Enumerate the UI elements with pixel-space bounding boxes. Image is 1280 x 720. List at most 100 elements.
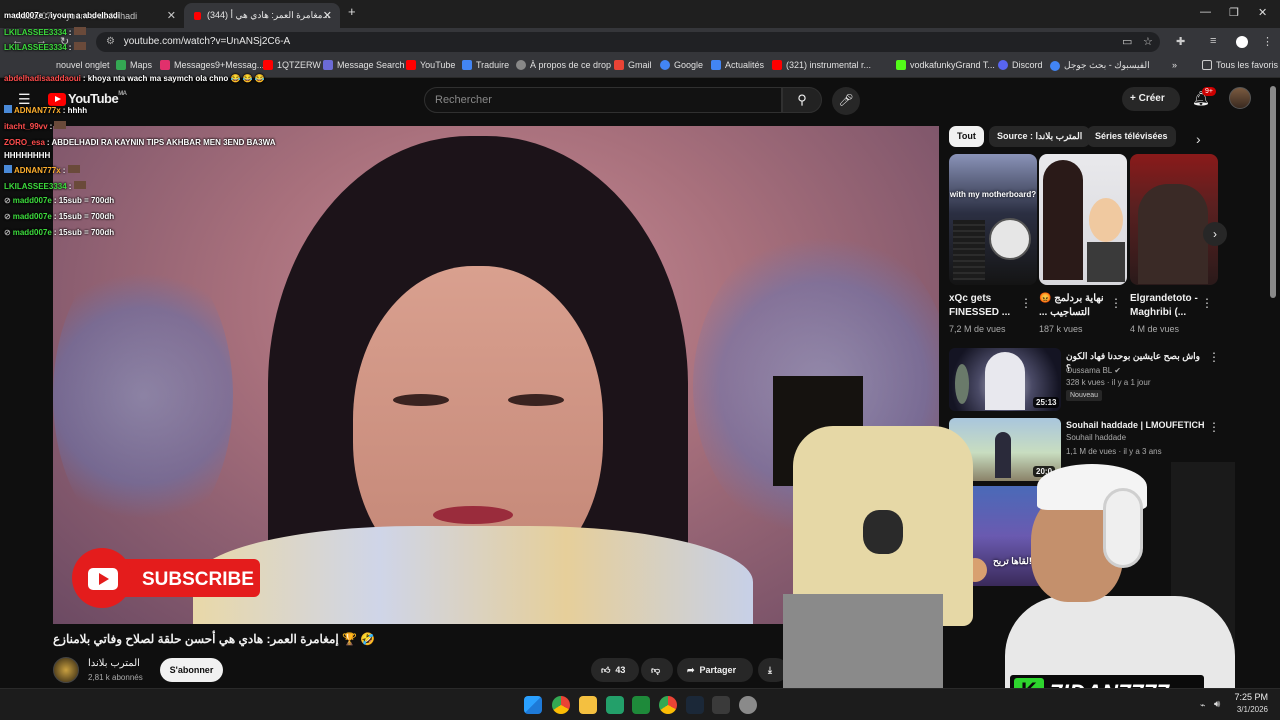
chat-username: ZORO_esa xyxy=(4,138,45,147)
all-favorites[interactable]: Tous les favoris xyxy=(1202,60,1278,70)
video-person-eye xyxy=(393,394,449,406)
chrome-active-icon[interactable] xyxy=(659,696,677,714)
chat-message-text: madd007e : iyoum a abdelhadi xyxy=(4,11,121,20)
plus-icon: + xyxy=(1130,93,1139,104)
video-title: 🤣 🏆 إمغامرة العمر: هادي هي أحسن حلقة لصل… xyxy=(53,632,376,646)
window-close-icon[interactable]: ✕ xyxy=(1258,6,1267,19)
channel-avatar[interactable] xyxy=(53,657,79,683)
bookmark-item[interactable]: الفيسبوك - بحث جوجل xyxy=(1050,60,1150,71)
bookmark-item[interactable]: Message Search xyxy=(323,60,405,70)
channel-name[interactable]: Souhail haddade xyxy=(1066,433,1126,442)
badge-icon xyxy=(4,105,12,113)
bookmark-item[interactable]: vodkafunkyGrand T... xyxy=(896,60,995,70)
dislike-button[interactable]: 👎︎ xyxy=(641,658,673,682)
bookmark-item[interactable]: Discord xyxy=(998,60,1043,70)
short-title[interactable]: xQc gets FINESSED ... xyxy=(949,292,1027,320)
short-title[interactable]: نهاية بردلمج 😡 التساجيب ... xyxy=(1039,292,1117,320)
bookmark-item[interactable]: À propos de ce drop xyxy=(516,60,611,70)
bookmark-label: (321) instrumental r... xyxy=(786,60,872,70)
game-icon[interactable] xyxy=(712,696,730,714)
subscribe-overlay-graphic: SUBSCRIBE xyxy=(72,548,260,608)
youtube-play-icon xyxy=(88,568,118,590)
subscribe-button[interactable]: S'abonner xyxy=(160,658,223,682)
more-options-icon[interactable]: ⋮ xyxy=(1020,296,1032,310)
bookmark-item[interactable]: (321) instrumental r... xyxy=(772,60,871,70)
bookmark-item[interactable]: Gmail xyxy=(614,60,652,70)
chat-message: ⊘ madd007e: 15sub = 700dh xyxy=(4,228,115,237)
bookmark-item[interactable]: Traduire xyxy=(462,60,509,70)
chevron-right-icon[interactable]: › xyxy=(1196,131,1201,147)
bookmark-item[interactable]: Google xyxy=(660,60,703,70)
share-button[interactable]: ➦ Partager xyxy=(677,658,753,682)
volume-icon[interactable]: 🔊︎ xyxy=(1214,699,1220,710)
emote-icon xyxy=(54,121,67,129)
bookmarks-more-button[interactable]: » xyxy=(1172,60,1177,70)
more-options-icon[interactable]: ⋮ xyxy=(1201,296,1213,310)
network-icon[interactable]: ⌁ xyxy=(1200,700,1205,711)
youtube-icon xyxy=(772,60,782,70)
like-count: 43 xyxy=(615,665,626,675)
astronaut-image xyxy=(985,352,1025,410)
media-player-icon[interactable] xyxy=(632,696,650,714)
chat-message: itacht_99vv: xyxy=(4,121,67,131)
create-button[interactable]: + Créer xyxy=(1122,87,1180,111)
bookmark-item[interactable]: Actualités xyxy=(711,60,764,70)
settings-gear-icon[interactable] xyxy=(739,696,757,714)
menu-kebab-icon[interactable]: ⋮ xyxy=(1262,35,1273,48)
chat-username: itacht_99vv xyxy=(4,122,48,131)
search-placeholder: Rechercher xyxy=(435,94,492,106)
bookmark-star-icon[interactable]: ☆ xyxy=(1143,35,1153,48)
chip-source[interactable]: Source : المترب بلاندا xyxy=(989,126,1091,147)
close-icon[interactable]: ✕ xyxy=(323,9,332,22)
minimize-icon[interactable]: — xyxy=(1200,6,1211,18)
bookmark-item[interactable]: YouTube xyxy=(406,60,455,70)
channel-name[interactable]: Oussama BL ✔ xyxy=(1066,366,1121,375)
file-explorer-icon[interactable] xyxy=(579,696,597,714)
steam-icon[interactable] xyxy=(686,696,704,714)
like-button[interactable]: 👍︎ 43 xyxy=(591,658,639,682)
more-options-icon[interactable]: ⋮ xyxy=(1110,296,1122,310)
short-thumbnail[interactable] xyxy=(1130,154,1218,285)
avatar[interactable] xyxy=(1229,87,1251,109)
profile-icon[interactable] xyxy=(1236,36,1248,48)
video-title-link[interactable]: Souhail haddade | LMOUFETICH xyxy=(1066,419,1206,431)
chat-message: ZORO_esa: ABDELHADI RA KAYNIN TIPS AKHBA… xyxy=(4,138,276,160)
voice-search-button[interactable]: 🎤︎ xyxy=(832,87,860,115)
chat-username: madd007e xyxy=(12,196,52,205)
chat-username: abdelhadisaaddaoui xyxy=(4,74,81,83)
clock-time[interactable]: 7:25 PM xyxy=(1230,692,1268,702)
more-options-icon[interactable]: ⋮ xyxy=(1208,420,1220,434)
search-input[interactable]: Rechercher xyxy=(424,87,782,113)
new-tab-button[interactable]: + xyxy=(348,4,356,19)
page-scrollbar[interactable] xyxy=(1270,86,1276,298)
short-title[interactable]: Elgrandetoto - Maghribi (... xyxy=(1130,292,1208,320)
microphone-icon: 🎤︎ xyxy=(838,93,854,107)
video-person-clothing xyxy=(193,526,753,624)
chevron-right-icon[interactable]: › xyxy=(1203,222,1227,246)
extensions-icon[interactable]: ✚ xyxy=(1176,35,1185,48)
more-options-icon[interactable]: ⋮ xyxy=(1208,350,1220,364)
search-button[interactable]: ⚲ xyxy=(782,87,822,113)
chat-message: LKILASSEE3334: xyxy=(4,27,86,37)
chip-tv-series[interactable]: Séries télévisées xyxy=(1087,126,1176,147)
badge-icon: ⊘ xyxy=(4,196,11,205)
cast-icon[interactable]: ▭ xyxy=(1122,35,1132,48)
chrome-icon[interactable] xyxy=(552,696,570,714)
youtube-icon xyxy=(406,60,416,70)
clock-date[interactable]: 3/1/2026 xyxy=(1230,705,1268,714)
app-icon[interactable] xyxy=(606,696,624,714)
video-person-mouth xyxy=(433,506,513,524)
webcam-overlay-streamer xyxy=(945,462,1235,688)
short-thumbnail[interactable] xyxy=(1039,154,1127,285)
chip-all[interactable]: Tout xyxy=(949,126,984,147)
chat-message: ⊘ madd007e: 15sub = 700dh xyxy=(4,196,115,205)
all-favorites-label: Tous les favoris xyxy=(1216,60,1279,70)
chat-message: ADNAN777x: xyxy=(4,165,80,175)
reading-list-icon[interactable]: ≡ xyxy=(1210,35,1216,47)
short-cartoon-face xyxy=(1089,198,1123,242)
channel-name[interactable]: المترب بلاندا xyxy=(88,658,140,669)
maximize-icon[interactable]: ❐ xyxy=(1229,6,1239,19)
windows-start-icon[interactable] xyxy=(524,696,542,714)
translate-icon xyxy=(462,60,472,70)
short-thumbnail[interactable]: with my motherboard? xyxy=(949,154,1037,285)
